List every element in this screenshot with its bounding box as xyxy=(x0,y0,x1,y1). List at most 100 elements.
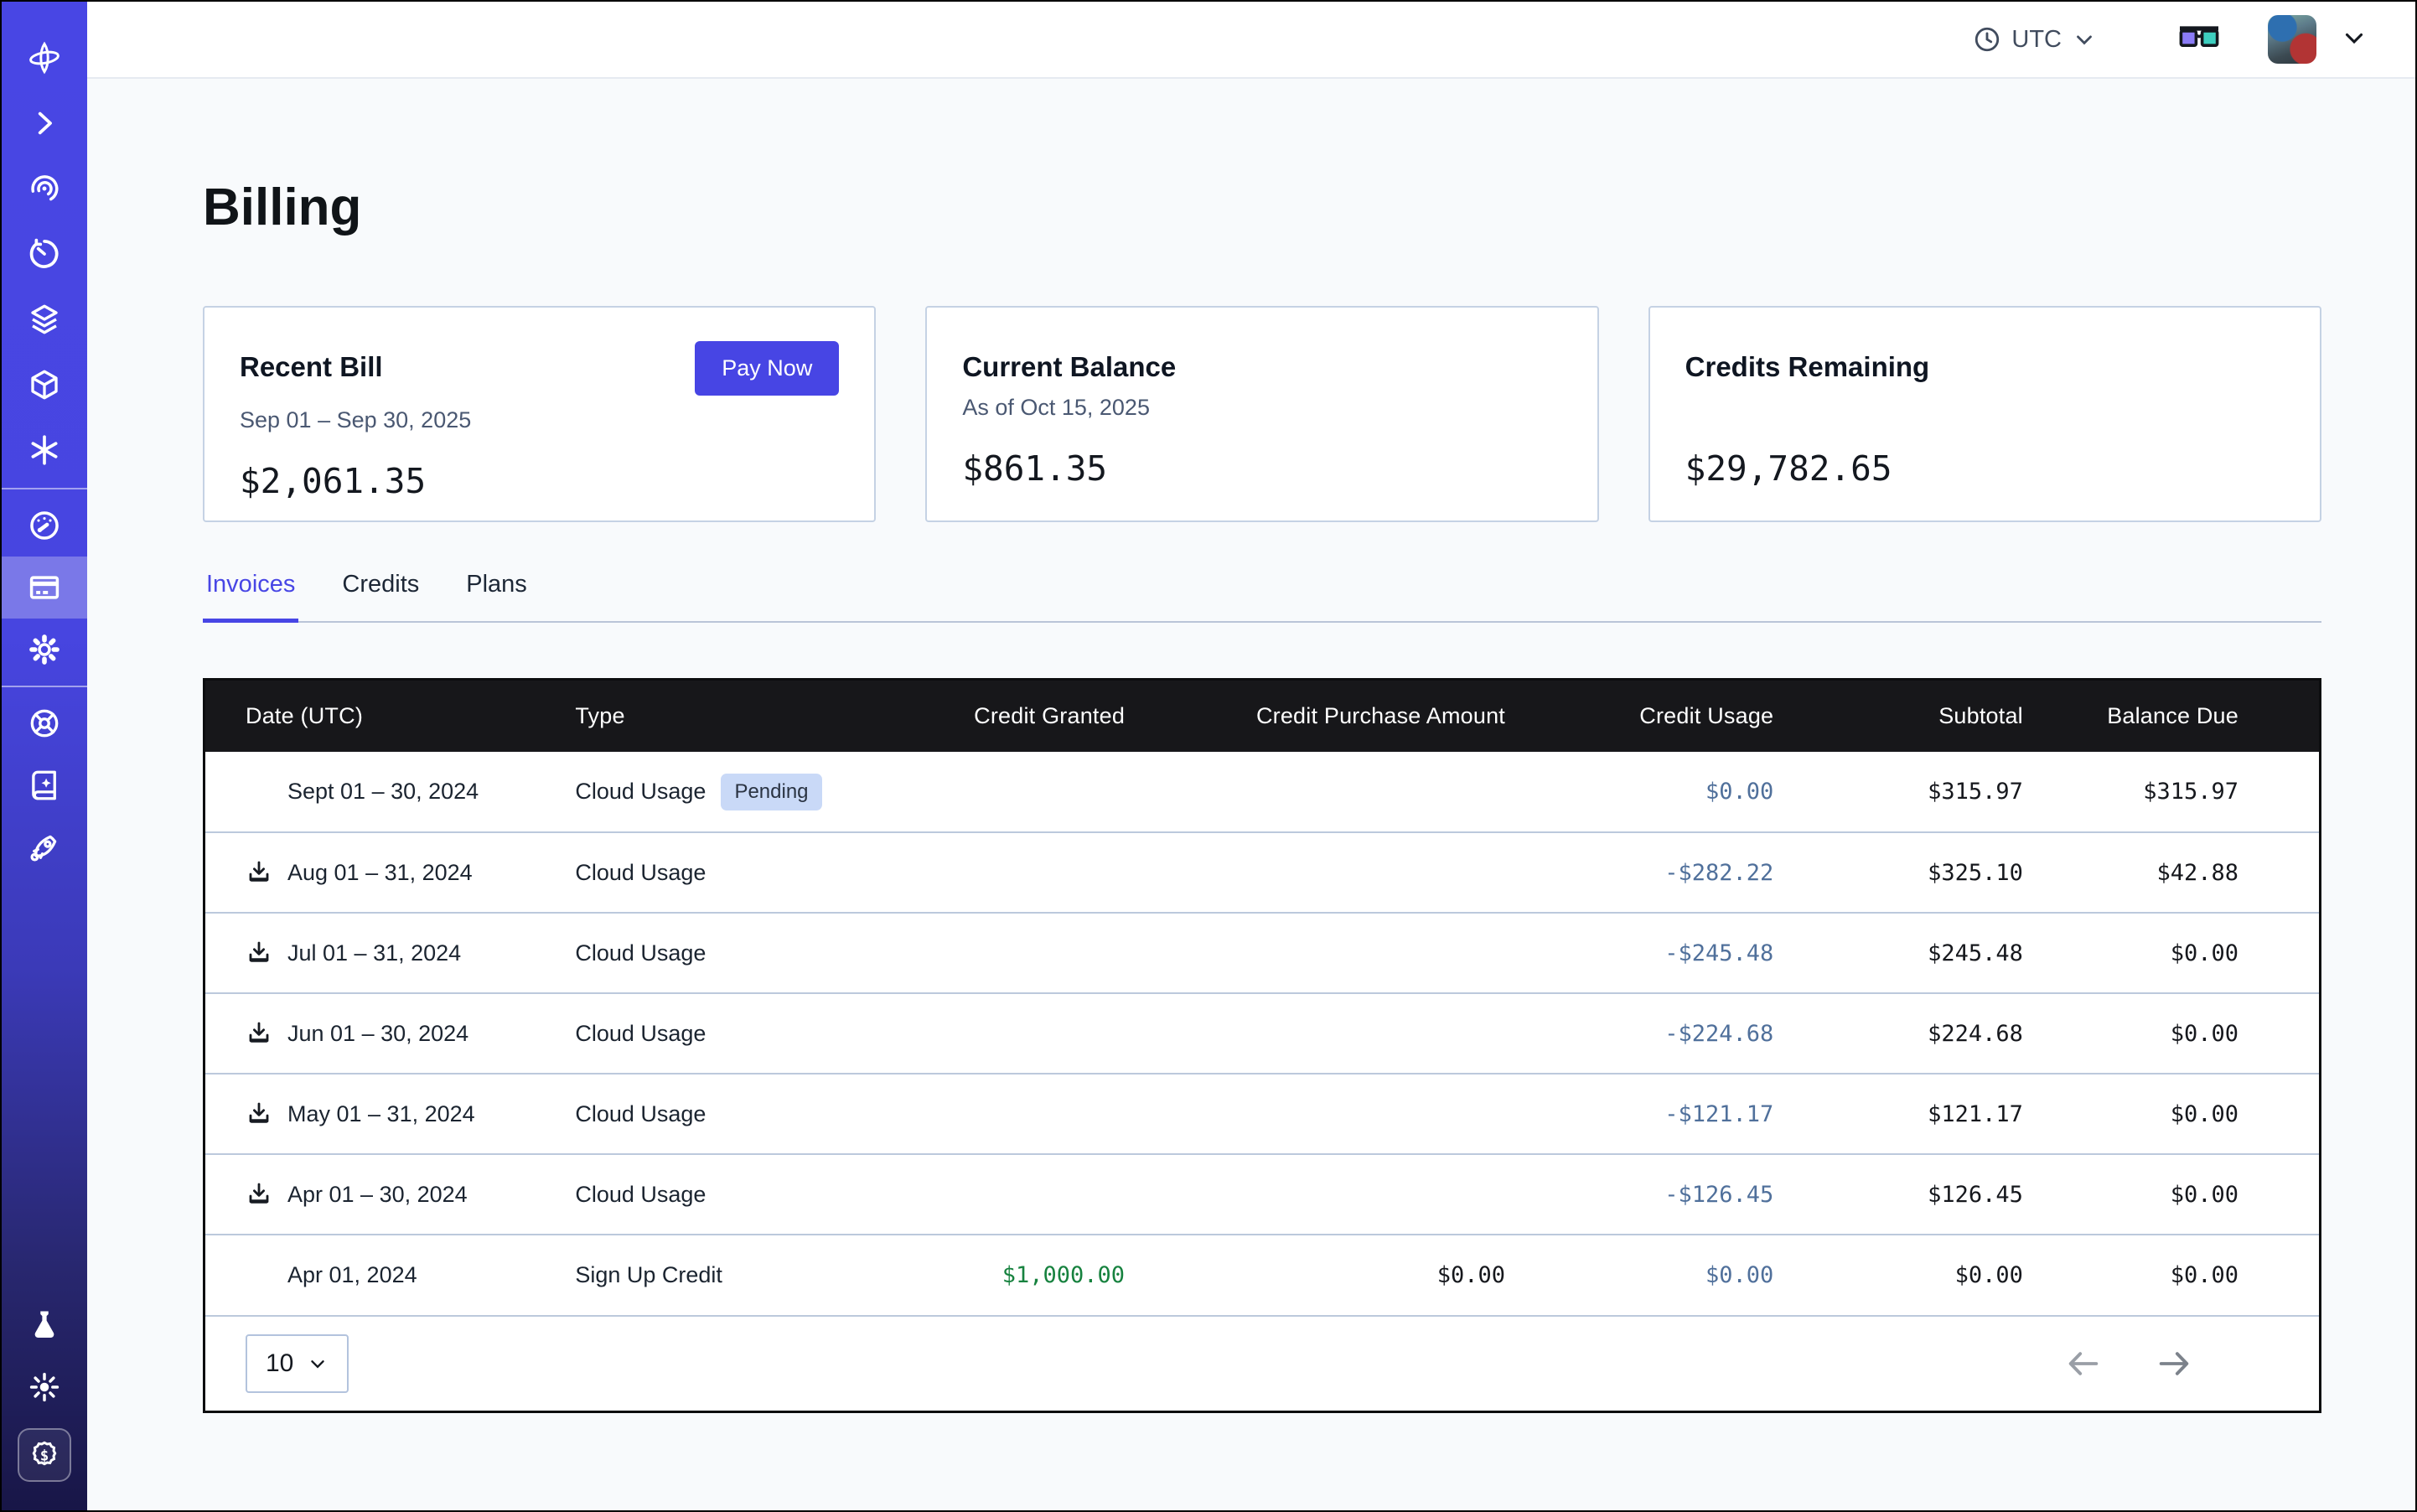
subtotal-value: $0.00 xyxy=(1773,1235,2023,1315)
credit-purchase-value xyxy=(1125,1154,1505,1235)
dollar-badge-icon: $ xyxy=(28,1438,61,1472)
book-sparkle-icon[interactable] xyxy=(2,754,87,816)
table-row: Sept 01 – 30, 2024 Cloud Usage Pending $… xyxy=(205,752,2319,832)
sidebar-item-billing[interactable] xyxy=(2,557,87,619)
col-subtotal: Subtotal xyxy=(1773,681,2023,752)
balance-due-value: $0.00 xyxy=(2023,913,2319,993)
card-subtitle xyxy=(1685,395,2285,423)
download-icon xyxy=(246,1100,272,1127)
table-header-row: Date (UTC) Type Credit Granted Credit Pu… xyxy=(205,681,2319,752)
invoice-date: May 01 – 31, 2024 xyxy=(287,1101,475,1127)
chevron-down-icon xyxy=(2340,23,2368,52)
credit-granted-value xyxy=(903,1154,1125,1235)
card-amount: $2,061.35 xyxy=(240,461,839,501)
page-title: Billing xyxy=(203,178,2321,237)
summary-cards: Recent Bill Pay Now Sep 01 – Sep 30, 202… xyxy=(203,306,2321,522)
layers-icon[interactable] xyxy=(2,287,87,352)
arrow-right-icon xyxy=(2155,1344,2193,1383)
subtotal-value: $224.68 xyxy=(1773,993,2023,1074)
sidebar-divider xyxy=(2,488,87,489)
table-row: Apr 01, 2024 Sign Up Credit $1,000.00 $0… xyxy=(205,1235,2319,1315)
collapse-chevron-icon[interactable] xyxy=(2,91,87,156)
balance-due-value: $42.88 xyxy=(2023,832,2319,913)
tab-invoices[interactable]: Invoices xyxy=(203,571,298,623)
download-invoice-button[interactable] xyxy=(246,1181,272,1208)
monitor-spiral-icon[interactable] xyxy=(2,156,87,221)
timezone-selector[interactable]: UTC xyxy=(1973,25,2097,54)
credit-usage-value: $0.00 xyxy=(1505,1235,1773,1315)
balance-due-value: $0.00 xyxy=(2023,1235,2319,1315)
topbar: UTC xyxy=(87,2,2415,79)
credit-usage-value: -$121.17 xyxy=(1505,1074,1773,1154)
demo-glasses-button[interactable] xyxy=(2177,23,2221,56)
credit-granted-value xyxy=(903,752,1125,832)
col-type: Type xyxy=(575,681,903,752)
flask-icon[interactable] xyxy=(2,1294,87,1356)
download-invoice-button[interactable] xyxy=(246,940,272,966)
table-row: Jul 01 – 31, 2024 Cloud Usage -$245.48 $… xyxy=(205,913,2319,993)
subtotal-value: $325.10 xyxy=(1773,832,2023,913)
page-size-select[interactable]: 10 xyxy=(246,1334,349,1393)
credit-usage-value: $0.00 xyxy=(1505,752,1773,832)
col-balance-due: Balance Due xyxy=(2023,681,2319,752)
status-badge: Pending xyxy=(721,774,821,810)
invoice-date: Apr 01 – 30, 2024 xyxy=(287,1182,468,1208)
user-avatar[interactable] xyxy=(2268,15,2316,64)
timezone-label: UTC xyxy=(2011,26,2062,54)
history-icon[interactable] xyxy=(2,221,87,287)
invoice-type: Cloud Usage xyxy=(575,1182,706,1208)
credit-usage-value: -$224.68 xyxy=(1505,993,1773,1074)
pay-now-button[interactable]: Pay Now xyxy=(695,341,839,396)
current-balance-card: Current Balance As of Oct 15, 2025 $861.… xyxy=(925,306,1598,522)
col-date: Date (UTC) xyxy=(205,681,575,752)
table-footer: 10 xyxy=(205,1315,2319,1411)
tab-credits[interactable]: Credits xyxy=(339,571,422,623)
chevron-down-icon xyxy=(307,1353,329,1375)
credit-usage-value: -$126.45 xyxy=(1505,1154,1773,1235)
download-invoice-button[interactable] xyxy=(246,1100,272,1127)
credits-badge-button[interactable]: $ xyxy=(2,1418,87,1492)
invoices-table-container: Date (UTC) Type Credit Granted Credit Pu… xyxy=(203,678,2321,1413)
download-invoice-button[interactable] xyxy=(246,859,272,886)
table-row: Apr 01 – 30, 2024 Cloud Usage -$126.45 $… xyxy=(205,1154,2319,1235)
balance-due-value: $0.00 xyxy=(2023,1074,2319,1154)
3d-glasses-icon xyxy=(2177,23,2221,56)
app-window: $ UTC xyxy=(0,0,2417,1512)
sun-icon[interactable] xyxy=(2,1356,87,1418)
invoice-date: Jul 01 – 31, 2024 xyxy=(287,940,461,966)
tab-plans[interactable]: Plans xyxy=(463,571,530,623)
balance-due-value: $315.97 xyxy=(2023,752,2319,832)
prev-page-button[interactable] xyxy=(2064,1344,2103,1383)
invoice-date: Apr 01, 2024 xyxy=(287,1262,417,1288)
rocket-icon[interactable] xyxy=(2,816,87,878)
col-credit-granted: Credit Granted xyxy=(903,681,1125,752)
next-page-button[interactable] xyxy=(2155,1344,2193,1383)
invoice-type: Sign Up Credit xyxy=(575,1262,722,1288)
page-size-value: 10 xyxy=(266,1349,293,1378)
credit-purchase-value xyxy=(1125,913,1505,993)
chevron-down-icon xyxy=(2072,27,2097,52)
logo-orbit-icon[interactable] xyxy=(2,25,87,91)
asterisk-icon[interactable] xyxy=(2,417,87,483)
gear-icon[interactable] xyxy=(2,619,87,681)
credit-granted-value xyxy=(903,1074,1125,1154)
invoice-type: Cloud Usage xyxy=(575,1101,706,1127)
credit-granted-value xyxy=(903,993,1125,1074)
invoice-date: Jun 01 – 30, 2024 xyxy=(287,1021,468,1047)
card-title: Recent Bill xyxy=(240,341,383,383)
subtotal-value: $126.45 xyxy=(1773,1154,2023,1235)
gauge-icon[interactable] xyxy=(2,495,87,557)
user-menu-button[interactable] xyxy=(2340,23,2368,56)
download-icon xyxy=(246,1181,272,1208)
subtotal-value: $245.48 xyxy=(1773,913,2023,993)
table-row: Jun 01 – 30, 2024 Cloud Usage -$224.68 $… xyxy=(205,993,2319,1074)
download-invoice-button[interactable] xyxy=(246,1020,272,1047)
ship-wheel-icon[interactable] xyxy=(2,692,87,754)
cube-icon[interactable] xyxy=(2,352,87,417)
download-icon xyxy=(246,859,272,886)
arrow-left-icon xyxy=(2064,1344,2103,1383)
credit-purchase-value: $0.00 xyxy=(1125,1235,1505,1315)
invoice-type: Cloud Usage xyxy=(575,1021,706,1047)
credit-granted-value xyxy=(903,913,1125,993)
credit-usage-value: -$245.48 xyxy=(1505,913,1773,993)
